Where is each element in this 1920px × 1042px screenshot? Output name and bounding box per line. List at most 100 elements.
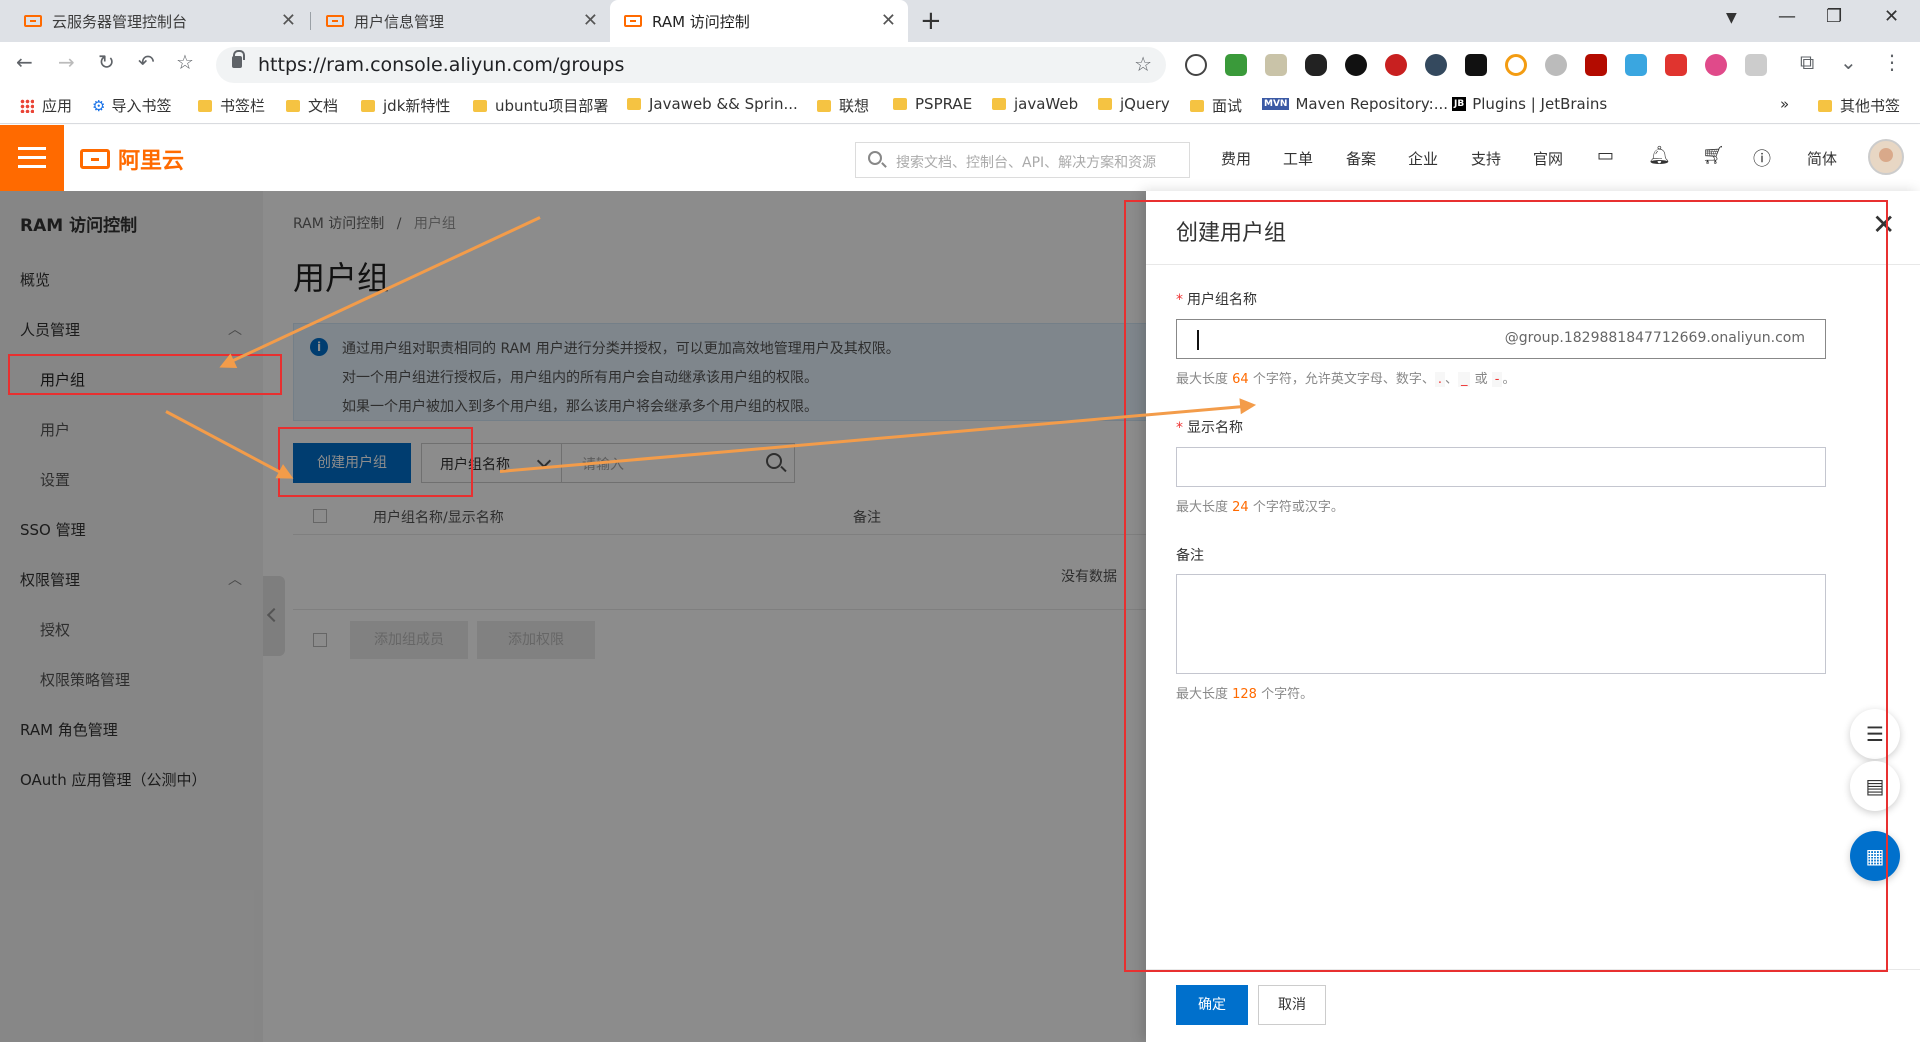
bell-icon[interactable]: 🔔︎ [1648,145,1671,166]
confirm-button[interactable]: 确定 [1176,985,1248,1025]
annotation-highlight-box [1124,200,1888,972]
console-header: 阿里云 搜索文档、控制台、API、解决方案和资源 费用 工单 备案 企业 支持 … [0,125,1920,191]
bookmark-maven[interactable]: MVN Maven Repository:... [1262,95,1448,113]
bookmarks-overflow-icon[interactable]: » [1780,95,1789,113]
url-text[interactable]: https://ram.console.aliyun.com/groups [258,54,624,76]
restore-icon[interactable]: ❐ [1826,6,1842,27]
nav-icp[interactable]: 备案 [1346,148,1376,169]
nav-support[interactable]: 支持 [1471,148,1501,169]
drawer-backdrop[interactable] [0,191,1146,1042]
bookmark-folder[interactable]: Javaweb && Sprin... [627,95,798,113]
language-switch[interactable]: 简体 [1807,148,1837,169]
jetbrains-icon: JB [1452,97,1467,111]
browser-tab-ram[interactable]: RAM 访问控制 ✕ [610,0,908,42]
hamburger-menu-icon[interactable] [0,125,64,191]
window-close-icon[interactable]: ✕ [1884,6,1899,27]
bookmark-label: 其他书签 [1840,97,1901,115]
bookmark-label: jQuery [1120,95,1170,113]
help-icon[interactable]: ⓘ [1753,145,1771,171]
extension-icon[interactable] [1545,54,1567,76]
console-search-input[interactable]: 搜索文档、控制台、API、解决方案和资源 [855,142,1190,178]
bookmark-other[interactable]: 其他书签 [1818,95,1900,116]
aliyun-logo-icon [80,149,110,169]
folder-icon [286,99,300,112]
extension-icon[interactable] [1425,54,1447,76]
download-extension-icon[interactable] [1225,54,1247,76]
nav-tickets[interactable]: 工单 [1283,148,1313,169]
close-tab-icon[interactable]: ✕ [881,10,896,31]
bookmark-label: Javaweb && Sprin... [649,95,798,113]
minimize-icon[interactable]: — [1778,6,1796,27]
tab-search-icon[interactable]: ▼ [1726,10,1737,26]
bookmark-folder[interactable]: 文档 [286,95,338,116]
bookmark-import[interactable]: ⚙ 导入书签 [92,95,171,116]
aliyun-logo[interactable]: 阿里云 [80,143,184,175]
back-icon[interactable]: ← [16,50,33,74]
bookmark-folder[interactable]: 联想 [817,95,869,116]
extension-icon[interactable] [1625,54,1647,76]
image-extension-icon[interactable] [1265,54,1287,76]
bookmark-folder[interactable]: 面试 [1190,95,1242,116]
nav-official-site[interactable]: 官网 [1533,148,1563,169]
fe-extension-icon[interactable] [1665,54,1687,76]
folder-icon [893,98,907,110]
search-icon [868,151,882,165]
bookmark-label: 应用 [42,97,73,115]
bookmark-label: Maven Repository:... [1295,95,1449,113]
search-extension-icon[interactable] [1345,54,1367,76]
folder-icon [627,98,641,110]
extension-icon[interactable] [1745,54,1767,76]
gear-icon: ⚙ [92,96,106,115]
folder-icon [1098,98,1112,110]
bookmark-folder[interactable]: ubuntu项目部署 [473,95,608,116]
tab-title: 用户信息管理 [354,12,445,31]
bookmark-jetbrains[interactable]: JB Plugins | JetBrains [1452,95,1607,113]
address-bar[interactable]: https://ram.console.aliyun.com/groups ☆ [216,47,1166,83]
close-tab-icon[interactable]: ✕ [281,10,296,31]
bookmark-apps[interactable]: 应用 [20,95,72,116]
mask-extension-icon[interactable] [1305,54,1327,76]
cart-icon[interactable]: 🛒︎ [1702,145,1725,166]
extension-icon[interactable] [1465,54,1487,76]
close-tab-icon[interactable]: ✕ [583,10,598,31]
forward-icon[interactable]: → [58,50,75,74]
terminal-icon[interactable]: ▭ [1597,145,1614,166]
crop-icon[interactable]: ⧉ [1800,50,1814,74]
bookmark-folder[interactable]: jdk新特性 [361,95,450,116]
browser-tab-ecs[interactable]: 云服务器管理控制台 ✕ [10,0,308,42]
folder-icon [473,99,487,112]
bookmark-page-icon[interactable]: ☆ [1134,52,1152,76]
folder-icon [1818,99,1832,112]
undo-icon[interactable]: ↶ [138,50,155,74]
bookmark-folder[interactable]: javaWeb [992,95,1078,113]
browser-tab-user-info[interactable]: 用户信息管理 ✕ [312,0,610,42]
bookmarks-bar: 应用 ⚙ 导入书签 书签栏 文档 jdk新特性 ubuntu项目部署 Javawe… [0,88,1920,124]
extension-icon[interactable] [1705,54,1727,76]
bookmark-folder[interactable]: PSPRAE [893,95,972,113]
infinity-extension-icon[interactable] [1505,54,1527,76]
cancel-button[interactable]: 取消 [1258,985,1326,1025]
bookmark-label: 面试 [1212,97,1243,115]
bookmark-label: PSPRAE [915,95,973,113]
nav-enterprise[interactable]: 企业 [1408,148,1438,169]
bookmark-folder[interactable]: jQuery [1098,95,1170,113]
drawer-footer: 确定 取消 [1146,969,1920,1042]
folder-icon [1190,99,1204,112]
extensions-menu-icon[interactable]: ⌄ [1840,50,1857,74]
bookmark-star-icon[interactable]: ☆ [176,50,194,74]
tab-title: RAM 访问控制 [652,12,750,31]
new-tab-button[interactable]: + [920,6,942,36]
pdf-extension-icon[interactable] [1585,54,1607,76]
bookmark-folder[interactable]: 书签栏 [198,95,265,116]
folder-icon [817,99,831,112]
history-extension-icon[interactable] [1185,54,1207,76]
more-menu-icon[interactable]: ⋮ [1882,50,1902,74]
logo-text: 阿里云 [118,149,185,174]
reload-icon[interactable]: ↻ [98,50,115,74]
bookmark-label: 书签栏 [220,97,266,115]
aliyun-favicon-icon [326,15,344,27]
bookmark-label: ubuntu项目部署 [495,97,609,115]
nav-billing[interactable]: 费用 [1221,148,1251,169]
adblock-extension-icon[interactable] [1385,54,1407,76]
avatar[interactable] [1868,139,1904,175]
